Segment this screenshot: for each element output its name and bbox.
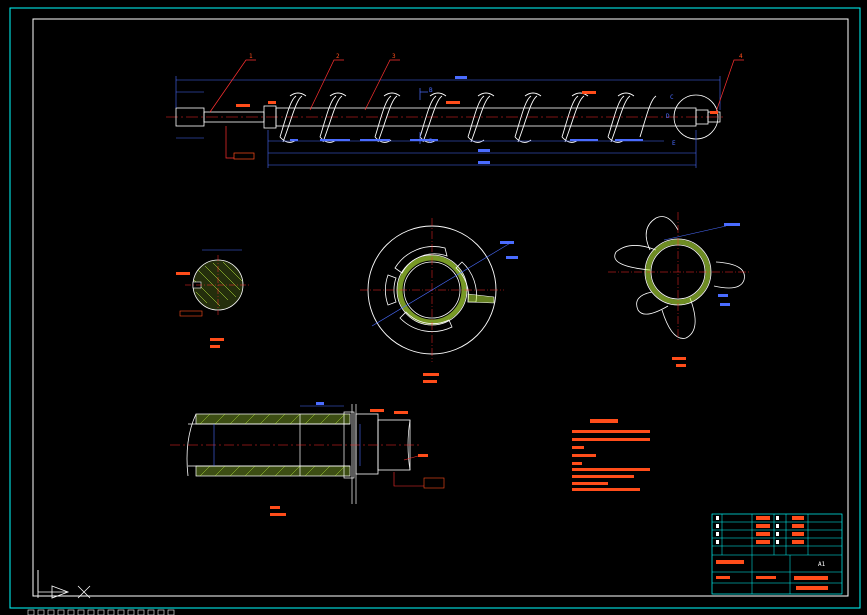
balloon-4: 4 [739, 53, 743, 60]
section-view-c[interactable] [608, 212, 750, 367]
section-mark-c: C [670, 94, 674, 101]
section-mark-b-top: B [429, 87, 433, 94]
section-mark-b-bottom: B [429, 138, 433, 145]
balloon-3: 3 [392, 53, 396, 60]
section-mark-e: E [672, 140, 676, 147]
sheet-outer-frame [9, 7, 861, 609]
cad-drawing-canvas[interactable]: 1 2 3 4 B B C D E A1 [0, 0, 867, 615]
ucs-axis-icon [37, 570, 70, 599]
cursor-pickbox [27, 609, 175, 615]
detail-view-shaft-end[interactable] [170, 402, 445, 516]
technical-notes [572, 419, 650, 491]
sheet-inner-frame [32, 18, 849, 597]
sheet-size-label: A1 [818, 561, 826, 568]
balloon-2: 2 [336, 53, 340, 60]
main-shaft-view[interactable] [166, 59, 744, 168]
section-mark-d: D [666, 113, 670, 120]
section-view-b[interactable] [360, 218, 518, 383]
balloon-1: 1 [249, 53, 253, 60]
title-block[interactable]: A1 [711, 513, 843, 595]
section-view-a[interactable] [176, 249, 250, 348]
